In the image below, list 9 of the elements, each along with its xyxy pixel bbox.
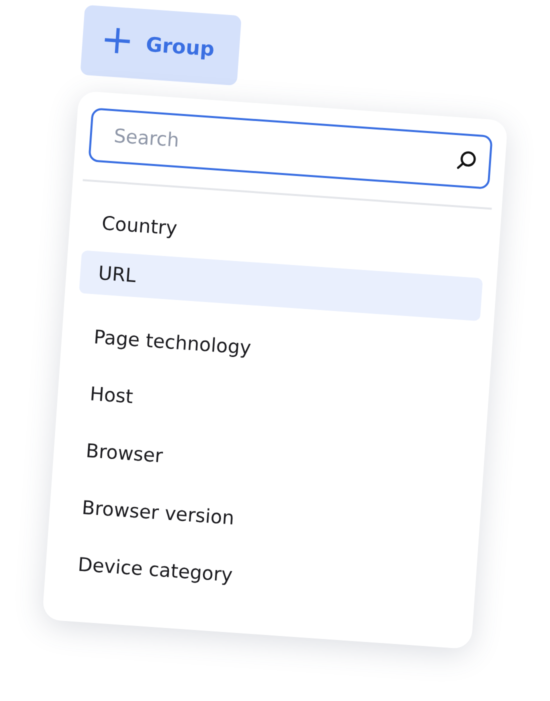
option-item[interactable]: Host	[71, 381, 152, 409]
search-field[interactable]: Search	[88, 108, 493, 190]
option-item[interactable]: Browser	[67, 438, 182, 468]
option-item[interactable]: Device category	[59, 552, 252, 588]
option-item[interactable]: Browser version	[63, 495, 253, 530]
option-item[interactable]: URL	[78, 250, 483, 322]
option-item[interactable]: Page technology	[75, 324, 270, 360]
group-button[interactable]: + Group	[80, 4, 242, 86]
option-item[interactable]: Country	[83, 210, 196, 241]
